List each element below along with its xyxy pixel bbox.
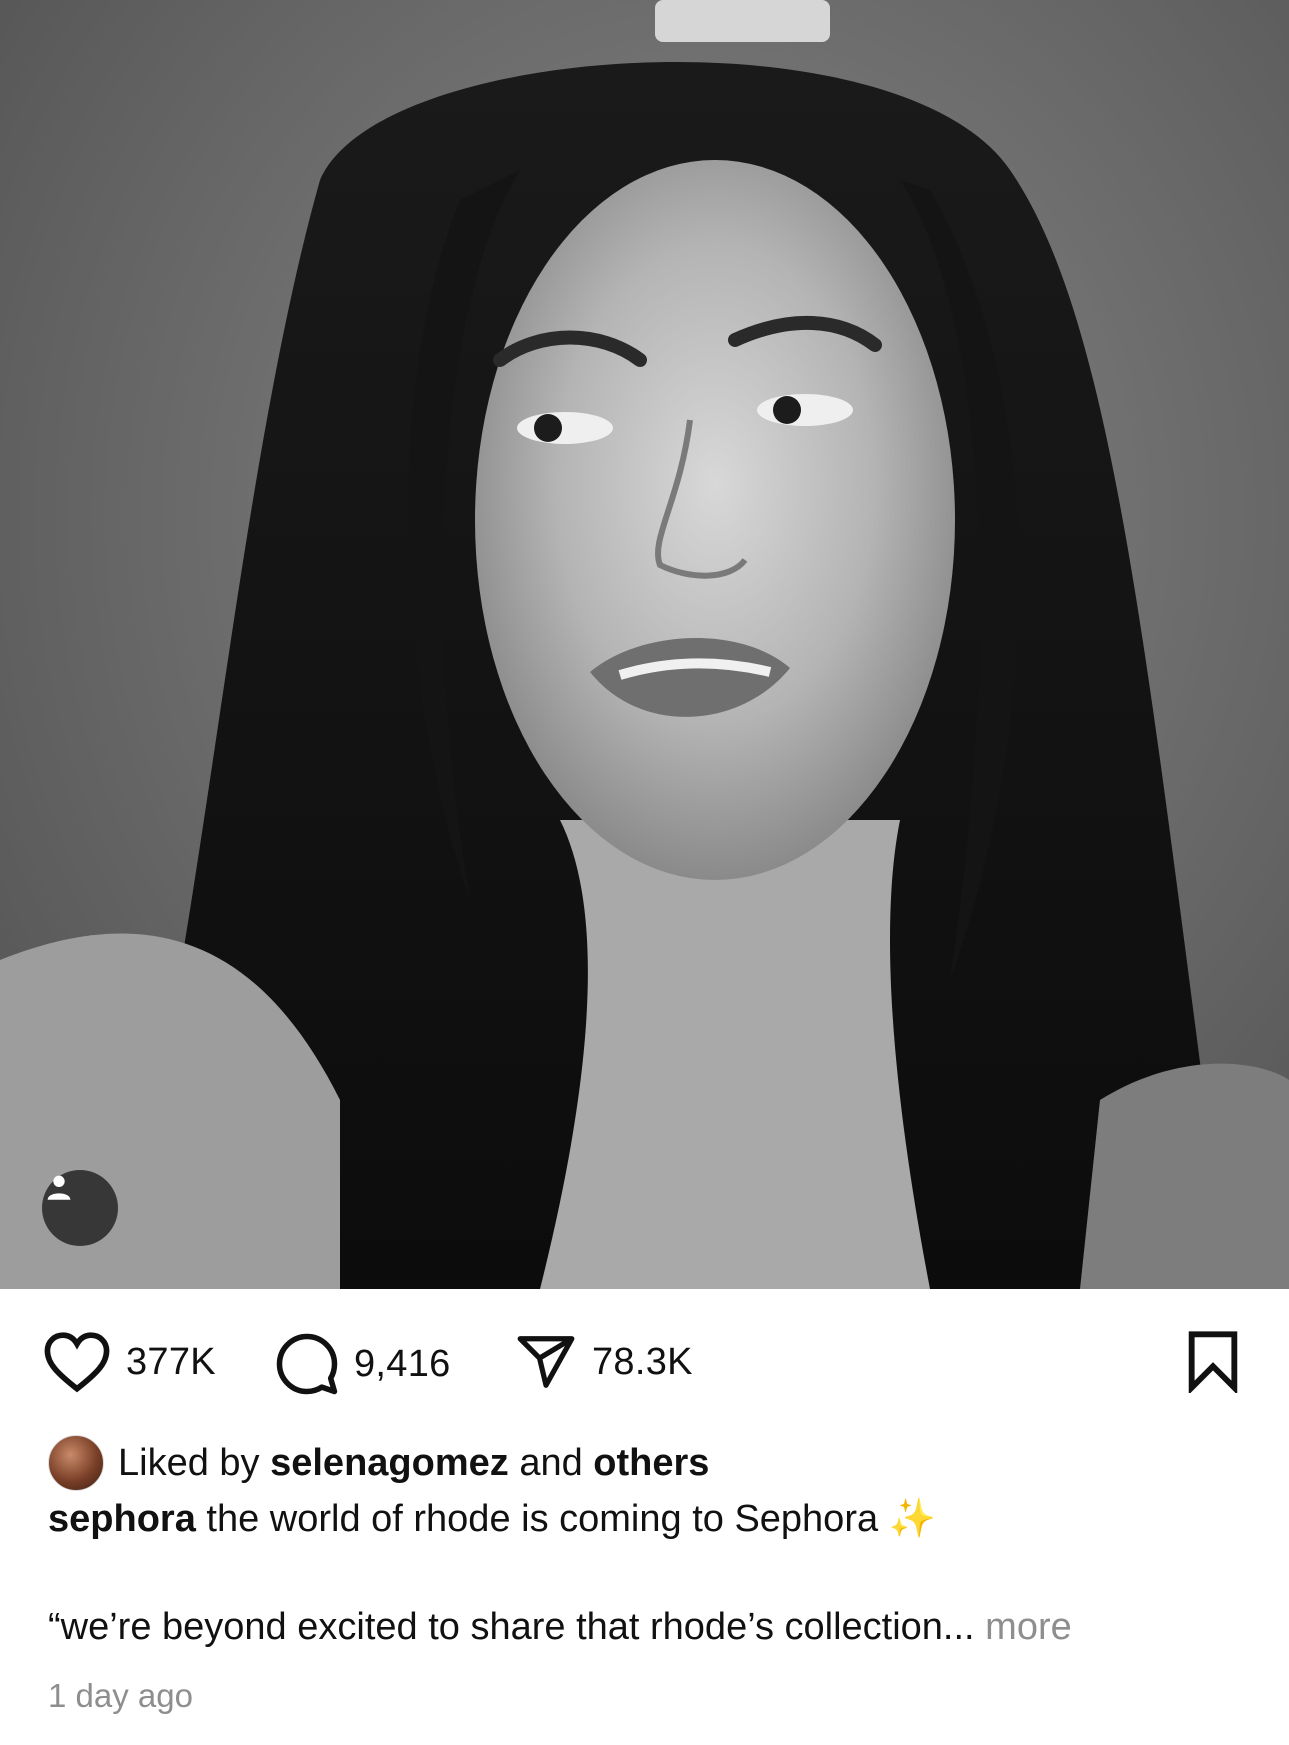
- liked-by-others[interactable]: others: [593, 1442, 709, 1485]
- post-photo[interactable]: [0, 0, 1289, 1289]
- liked-by-user[interactable]: selenagomez: [270, 1442, 509, 1485]
- right-pupil: [773, 396, 801, 424]
- left-pupil: [534, 414, 562, 442]
- paper-plane-icon: [517, 1336, 575, 1388]
- right-eye: [757, 394, 853, 426]
- more-link[interactable]: more: [985, 1606, 1072, 1648]
- caption-second-line: “we’re beyond excited to share that rhod…: [48, 1606, 975, 1648]
- left-eye: [517, 412, 613, 444]
- liked-by-conj: and: [519, 1441, 583, 1484]
- face: [475, 160, 955, 880]
- share-count[interactable]: 78.3K: [592, 1341, 693, 1384]
- avatar[interactable]: [48, 1435, 104, 1491]
- caption-continued: “we’re beyond excited to share that rhod…: [48, 1606, 1072, 1649]
- share-button[interactable]: 78.3K: [514, 1331, 693, 1393]
- bookmark-icon: [1188, 1331, 1238, 1395]
- person-tag-icon: [47, 1175, 71, 1200]
- tagged-people-button[interactable]: [42, 1170, 118, 1246]
- liked-by-prefix: Liked by: [118, 1441, 260, 1484]
- like-count[interactable]: 377K: [126, 1341, 216, 1384]
- post-timestamp: 1 day ago: [48, 1677, 193, 1714]
- caption: sephora the world of rhode is coming to …: [48, 1497, 936, 1541]
- save-button[interactable]: [1185, 1329, 1241, 1398]
- like-button[interactable]: 377K: [42, 1331, 216, 1393]
- heart-icon: [44, 1332, 110, 1393]
- liked-by-row[interactable]: Liked by selenagomez and others: [48, 1435, 709, 1491]
- neck: [540, 820, 930, 1289]
- sparkles-icon: ✨: [888, 1498, 936, 1540]
- product-bottle: [655, 0, 830, 42]
- post-actions-bar: 377K 9,416 78.3K: [0, 1289, 1289, 1429]
- comment-count[interactable]: 9,416: [354, 1343, 451, 1386]
- comment-button[interactable]: 9,416: [274, 1331, 451, 1397]
- caption-text: the world of rhode is coming to Sephora: [206, 1497, 879, 1540]
- portrait-illustration: [0, 0, 1289, 1289]
- comment-bubble-icon: [276, 1333, 338, 1395]
- right-shoulder: [1080, 1063, 1289, 1289]
- caption-username[interactable]: sephora: [48, 1498, 196, 1541]
